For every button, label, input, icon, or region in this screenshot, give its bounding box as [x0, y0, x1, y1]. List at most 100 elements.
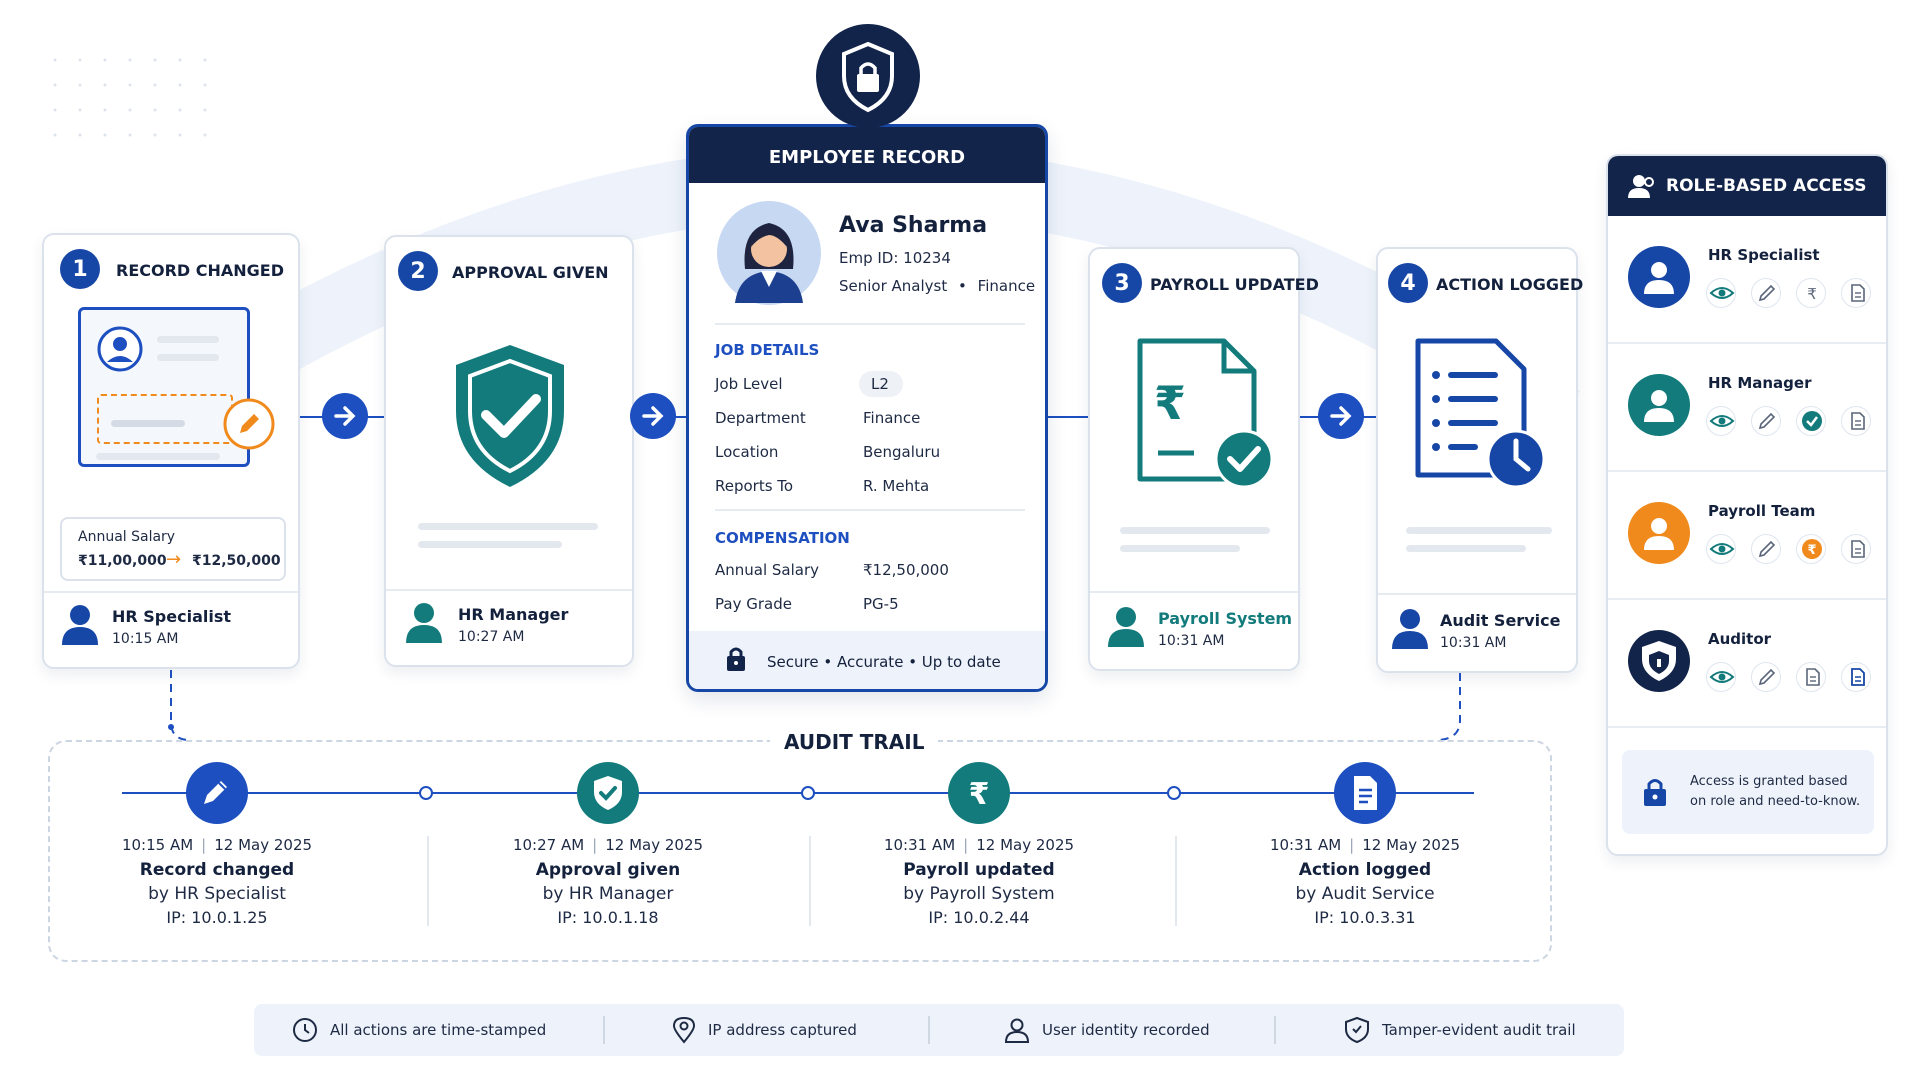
- permission-view-icon: [1706, 406, 1736, 436]
- user-icon: [1644, 262, 1674, 294]
- event-separator: |: [1349, 836, 1355, 854]
- timeline-event: 10:31 AM | 12 May 2025 Action logged by Audi…: [1215, 836, 1515, 927]
- event-actor: by HR Manager: [542, 884, 674, 904]
- event-action: Action logged: [1298, 860, 1432, 880]
- shield-icon: [1345, 1016, 1369, 1044]
- event-date: 12 May 2025: [1362, 836, 1461, 854]
- timeline-dot: [1167, 786, 1181, 800]
- access-note: Access is granted based on role and need…: [1622, 750, 1874, 834]
- permission-edit-icon: [1751, 662, 1781, 692]
- shield-icon: [1642, 641, 1676, 681]
- permission-document-icon: [1841, 662, 1871, 692]
- feature-ip: IP address captured: [672, 1004, 857, 1056]
- timeline-event-icon: [186, 762, 248, 824]
- role-row: HR Specialist ₹: [1608, 216, 1886, 344]
- svg-text:₹: ₹: [969, 777, 990, 812]
- rupee-icon: ₹: [969, 777, 990, 812]
- role-row: HR Manager: [1608, 344, 1886, 472]
- timeline-event-icon: ₹: [948, 762, 1010, 824]
- event-separator: |: [963, 836, 969, 854]
- permission-document-icon: [1796, 662, 1826, 692]
- event-date: 12 May 2025: [976, 836, 1075, 854]
- role-name: Auditor: [1708, 630, 1772, 648]
- permission-rupee-icon: ₹: [1796, 278, 1826, 308]
- access-note-line2: on role and need-to-know.: [1690, 794, 1861, 809]
- feature-tamper: Tamper-evident audit trail: [1344, 1004, 1576, 1056]
- permission-edit-icon: [1751, 406, 1781, 436]
- feature-bar: All actions are time-stamped IP address …: [254, 1004, 1624, 1056]
- timeline-event: 10:31 AM | 12 May 2025 Payroll updated by Pa…: [829, 836, 1129, 927]
- permission-document-icon: [1841, 534, 1871, 564]
- timeline-dot: [419, 786, 433, 800]
- timeline-event: 10:15 AM | 12 May 2025 Record changed by HR …: [67, 836, 367, 927]
- rbac-title: ROLE-BASED ACCESS: [1666, 176, 1867, 196]
- lock-icon: [1644, 779, 1666, 806]
- permission-view-icon: [1706, 662, 1736, 692]
- user-icon: [1644, 390, 1674, 422]
- role-name: HR Specialist: [1708, 246, 1820, 264]
- role-avatar: [1628, 374, 1690, 436]
- permission-edit-icon: [1751, 534, 1781, 564]
- location-pin-icon: [672, 1016, 696, 1044]
- timeline-event-icon: [577, 762, 639, 824]
- svg-text:₹: ₹: [1807, 285, 1817, 303]
- user-icon: [1644, 518, 1674, 550]
- user-icon: [1004, 1018, 1030, 1043]
- role-avatar: [1628, 502, 1690, 564]
- permission-edit-icon: [1751, 278, 1781, 308]
- timeline-line: [122, 792, 1474, 794]
- access-note-line1: Access is granted based: [1690, 774, 1848, 789]
- clock-icon: [293, 1018, 317, 1042]
- feature-label: IP address captured: [708, 1021, 857, 1039]
- timeline-event-icon: [1334, 762, 1396, 824]
- feature-label: Tamper-evident audit trail: [1382, 1021, 1576, 1039]
- event-separator: |: [201, 836, 207, 854]
- event-separator: |: [592, 836, 598, 854]
- event-time: 10:15 AM: [121, 836, 194, 854]
- permission-rupee-icon: ₹: [1796, 534, 1826, 564]
- event-date: 12 May 2025: [214, 836, 313, 854]
- feature-label: User identity recorded: [1042, 1021, 1210, 1039]
- event-action: Record changed: [139, 860, 295, 880]
- event-ip: IP: 10.0.1.25: [166, 908, 268, 927]
- role-avatar: [1628, 630, 1690, 692]
- permission-document-icon: [1841, 406, 1871, 436]
- event-action: Payroll updated: [903, 860, 1055, 880]
- feature-timestamp: All actions are time-stamped: [292, 1004, 546, 1056]
- event-actor: by Audit Service: [1295, 884, 1435, 904]
- role-avatar: [1628, 246, 1690, 308]
- permission-approve-check-icon: [1796, 406, 1826, 436]
- rbac-panel: ROLE-BASED ACCESS HR Specialist ₹ HR Manag…: [1606, 154, 1888, 856]
- timeline-dot: [801, 786, 815, 800]
- event-time: 10:27 AM: [512, 836, 585, 854]
- event-date: 12 May 2025: [605, 836, 704, 854]
- svg-text:₹: ₹: [1807, 543, 1816, 558]
- event-timestamp: 10:15 AM | 12 May 2025: [67, 836, 367, 854]
- event-time: 10:31 AM: [883, 836, 956, 854]
- feature-label: All actions are time-stamped: [330, 1021, 547, 1039]
- event-ip: IP: 10.0.1.18: [557, 908, 659, 927]
- feature-identity: User identity recorded: [1004, 1004, 1210, 1056]
- event-timestamp: 10:27 AM | 12 May 2025: [458, 836, 758, 854]
- role-row: Auditor: [1608, 600, 1886, 728]
- event-actor: by Payroll System: [903, 884, 1055, 904]
- event-ip: IP: 10.0.2.44: [928, 908, 1030, 927]
- timeline-event: 10:27 AM | 12 May 2025 Approval given by HR …: [458, 836, 758, 927]
- role-row: Payroll Team ₹: [1608, 472, 1886, 600]
- audit-trail-title: AUDIT TRAIL: [770, 730, 939, 754]
- role-name: HR Manager: [1708, 374, 1812, 392]
- event-ip: IP: 10.0.3.31: [1314, 908, 1416, 927]
- shield-check-icon: [594, 776, 622, 810]
- event-timestamp: 10:31 AM | 12 May 2025: [829, 836, 1129, 854]
- event-time: 10:31 AM: [1269, 836, 1342, 854]
- users-icon: [1628, 175, 1654, 198]
- permission-view-icon: [1706, 278, 1736, 308]
- document-icon: [1354, 776, 1377, 810]
- pencil-icon: [204, 781, 227, 804]
- event-actor: by HR Specialist: [148, 884, 286, 904]
- role-name: Payroll Team: [1708, 502, 1816, 520]
- permission-view-icon: [1706, 534, 1736, 564]
- event-timestamp: 10:31 AM | 12 May 2025: [1215, 836, 1515, 854]
- event-action: Approval given: [535, 860, 681, 880]
- permission-document-icon: [1841, 278, 1871, 308]
